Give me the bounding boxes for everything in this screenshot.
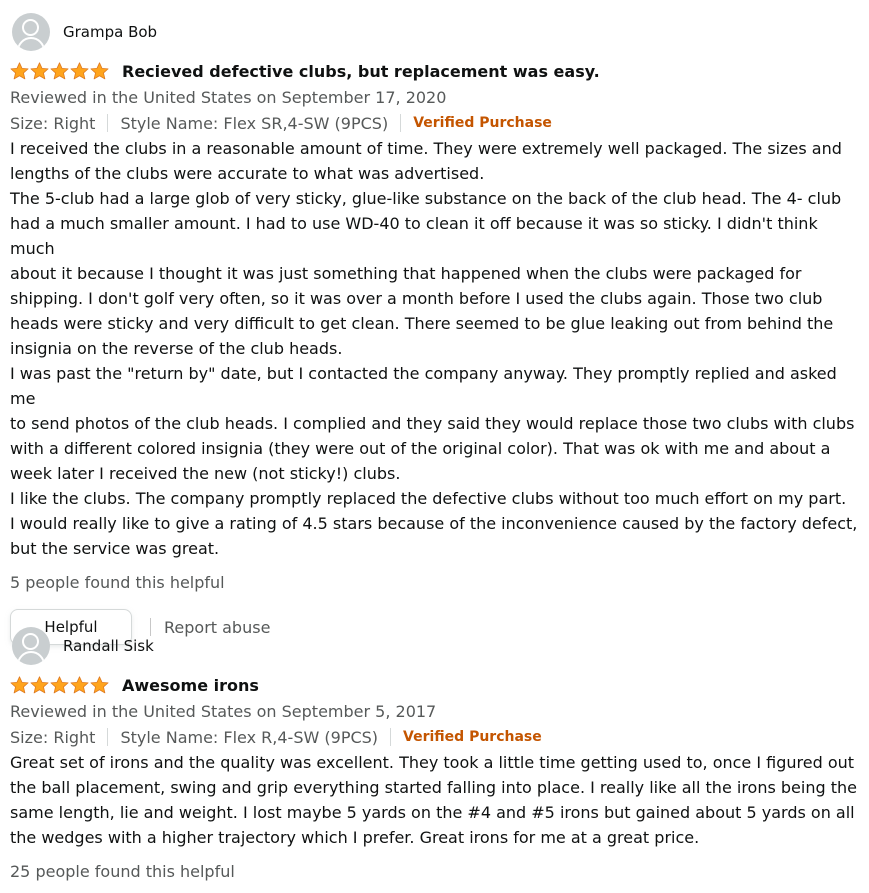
review-title[interactable]: Recieved defective clubs, but replacemen… [122,62,600,81]
star-icon [50,676,69,694]
review-format: Size: Right Style Name: Flex R,4-SW (9PC… [10,724,862,750]
helpful-count: 25 people found this helpful [10,862,235,881]
star-icon [10,676,29,694]
verified-purchase-badge[interactable]: Verified Purchase [413,115,552,131]
avatar-shoulders [16,37,45,51]
reviewer-name[interactable]: Grampa Bob [63,23,157,41]
review-date: Reviewed in the United States on Septemb… [10,88,447,107]
star-icon [70,676,89,694]
divider [390,728,392,746]
review-format: Size: Right Style Name: Flex SR,4-SW (9P… [10,110,862,136]
verified-purchase-badge[interactable]: Verified Purchase [403,729,542,745]
avatar-head [22,19,39,36]
reviewer-profile[interactable]: Grampa Bob [10,12,862,52]
size-label[interactable]: Size: Right [10,728,95,747]
review-title[interactable]: Awesome irons [122,676,259,695]
review-body: I received the clubs in a reasonable amo… [10,139,858,558]
reviewer-profile[interactable]: Randall Sisk [10,626,862,666]
star-icon [90,676,109,694]
divider [107,728,109,746]
size-label[interactable]: Size: Right [10,114,95,133]
star-icon [10,62,29,80]
star-icon [30,62,49,80]
avatar-shoulders [16,651,45,665]
star-icon [90,62,109,80]
avatar [12,13,50,51]
star-icon [30,676,49,694]
star-rating[interactable] [10,62,110,80]
review-body: Great set of irons and the quality was e… [10,753,857,847]
style-label[interactable]: Style Name: Flex SR,4-SW (9PCS) [120,114,388,133]
divider [400,114,402,132]
avatar-head [22,633,39,650]
star-icon [50,62,69,80]
review-card: Randall Sisk Awesome irons Reviewed in t… [10,626,862,884]
reviewer-name[interactable]: Randall Sisk [63,637,154,655]
review-card: Grampa Bob Recieved defective clubs, but… [10,12,862,645]
style-label[interactable]: Style Name: Flex R,4-SW (9PCS) [120,728,378,747]
divider [107,114,109,132]
star-icon [70,62,89,80]
helpful-count: 5 people found this helpful [10,573,225,592]
star-rating[interactable] [10,676,110,694]
review-date: Reviewed in the United States on Septemb… [10,702,437,721]
avatar [12,627,50,665]
